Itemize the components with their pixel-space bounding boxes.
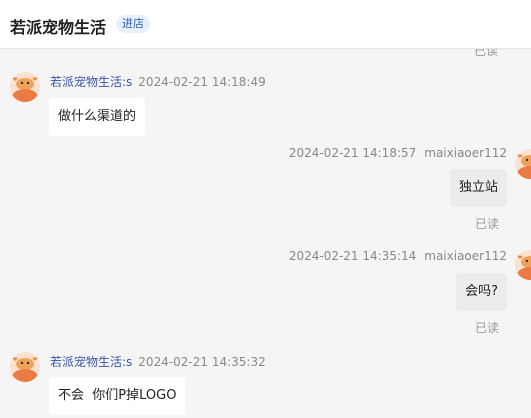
avatar[interactable] <box>10 352 40 382</box>
message-meta: 若派宠物生活:s 2024-02-21 14:35:32 <box>50 353 266 370</box>
sender-name: maixiaoer112 <box>424 146 507 160</box>
message-bubble[interactable]: 不会 你们P掉LOGO <box>49 377 186 415</box>
message-time: 2024-02-21 14:18:49 <box>138 75 266 89</box>
message-bubble[interactable]: 独立站 <box>449 169 507 207</box>
avatar[interactable] <box>515 250 531 280</box>
pet-mascot-avatar-icon <box>10 352 40 382</box>
pet-mascot-avatar-icon <box>515 250 531 280</box>
message-time: 2024-02-21 14:35:32 <box>138 355 266 369</box>
pet-mascot-avatar-icon <box>515 149 531 179</box>
message-bubble[interactable]: 会吗? <box>456 273 507 311</box>
message-list[interactable]: 已读 若派宠物生活:s 2024-02-21 14:18:49 做什么渠道的 20… <box>0 49 531 418</box>
enter-shop-button[interactable]: 进店 <box>116 15 150 33</box>
read-status: 已读 <box>474 217 499 231</box>
message-meta: 2024-02-21 14:35:14 maixiaoer112 <box>289 249 507 263</box>
pet-mascot-avatar-icon <box>10 72 40 102</box>
shop-name: 若派宠物生活 <box>10 18 107 37</box>
sender-name: 若派宠物生活:s <box>50 75 133 89</box>
read-status: 已读 <box>473 49 498 58</box>
message-time: 2024-02-21 14:35:14 <box>288 249 417 263</box>
sender-name: 若派宠物生活:s <box>50 355 133 369</box>
message-time: 2024-02-21 14:18:57 <box>288 146 417 160</box>
message-meta: 若派宠物生活:s 2024-02-21 14:18:49 <box>50 73 266 90</box>
message-bubble[interactable]: 做什么渠道的 <box>49 98 146 136</box>
avatar[interactable] <box>10 72 40 102</box>
avatar[interactable] <box>515 149 531 179</box>
sender-name: maixiaoer112 <box>424 249 507 263</box>
read-status: 已读 <box>474 321 499 335</box>
message-meta: 2024-02-21 14:18:57 maixiaoer112 <box>289 146 507 160</box>
chat-header: 若派宠物生活 进店 <box>0 0 531 49</box>
